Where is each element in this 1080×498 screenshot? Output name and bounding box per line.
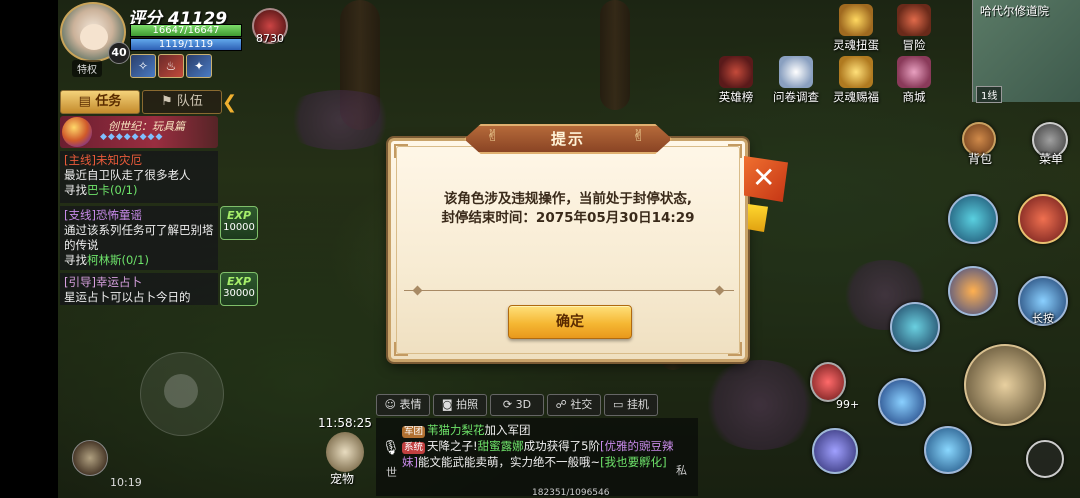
system-time: 10:19 (110, 476, 142, 489)
tab-team[interactable]: ⚑ 队伍 (142, 90, 222, 114)
skill-button-fire[interactable] (948, 266, 998, 316)
feature-shop[interactable]: 商城 (886, 56, 942, 105)
combat-power-value: 8730 (256, 32, 284, 45)
feature-adventure[interactable]: 冒险 (886, 4, 942, 53)
coordinates: 182351/1096546 (532, 488, 610, 498)
collapse-arrow-icon[interactable]: ❮ (222, 92, 237, 113)
screen-left-bar (0, 0, 58, 498)
feature-survey[interactable]: 问卷调查 (768, 56, 824, 105)
mp-bar: 1119/1119 (130, 38, 242, 51)
photo-button[interactable]: ◙ 拍照 (433, 394, 487, 416)
world-channel[interactable]: 世 (386, 464, 397, 480)
buff-icon-3[interactable]: ✦ (186, 54, 212, 78)
buff-icon-2[interactable]: ♨ (158, 54, 184, 78)
blessing-icon (839, 56, 873, 88)
emote-button[interactable]: ☺ 表情 (376, 394, 430, 416)
chat-line: 军团 苇猫力梨花加入军团 (402, 423, 531, 438)
bag-label: 背包 (967, 152, 992, 166)
quest-item-guide[interactable]: [引导]幸运占卜 星运占卜可以占卜今日的 (60, 273, 218, 305)
close-icon[interactable]: ✕ (752, 160, 775, 196)
chapter-orb-icon (62, 117, 92, 147)
dialog-divider (404, 290, 734, 291)
pet-egg-icon[interactable] (326, 432, 364, 472)
channel-line[interactable]: 1线 (976, 86, 1003, 103)
target-lock-icon[interactable] (1026, 440, 1064, 478)
survey-icon (779, 56, 813, 88)
exp-reward-badge: EXP 10000 (220, 206, 258, 240)
gacha-icon (839, 4, 873, 36)
shop-icon (897, 56, 931, 88)
dialog-corner (394, 144, 408, 158)
skill-button-wind[interactable] (890, 302, 940, 352)
mount-icon[interactable] (72, 440, 108, 476)
confirm-button[interactable]: 确定 (508, 305, 632, 339)
attack-button[interactable] (964, 344, 1046, 426)
quest-item-main[interactable]: [主线]未知灾厄 最近自卫队走了很多老人 寻找巴卡(0/1) (60, 151, 218, 203)
feature-soul-blessing[interactable]: 灵魂赐福 (828, 56, 884, 105)
tab-task[interactable]: ▤ 任务 (60, 90, 140, 114)
ban-message: 该角色涉及违规操作，当前处于封停状态, (443, 191, 693, 207)
skill-press-label: 长按 (1032, 312, 1054, 325)
privilege-button[interactable]: 特权 (72, 60, 102, 77)
exp-reward-badge: EXP 30000 (220, 272, 258, 306)
chapter-progress: ◆◆◆◆◆◆◆◆ (100, 132, 164, 142)
quest-item-side[interactable]: [支线]恐怖童谣 通过该系列任务可了解巴别塔的传说 寻找柯林斯(0/1) (60, 206, 218, 270)
hp-bar: 16647/16647 (130, 24, 242, 37)
auto-battle-button[interactable]: ▭ 挂机 (604, 394, 658, 416)
ultimate-skill-button[interactable] (1018, 194, 1068, 244)
private-channel[interactable]: 私 (676, 462, 687, 478)
potion-count: 99+ (836, 398, 860, 411)
combo-skill-button[interactable] (948, 194, 998, 244)
minimap-location: 哈代尔修道院 (980, 4, 1049, 18)
microphone-icon[interactable]: 🎙 (382, 440, 400, 456)
social-button[interactable]: ☍ 社交 (547, 394, 601, 416)
menu-label: 菜单 (1038, 152, 1063, 166)
skill-button-frost[interactable] (924, 426, 972, 474)
feature-soul-gacha[interactable]: 灵魂扭蛋 (828, 4, 884, 53)
buff-icon-1[interactable]: ✧ (130, 54, 156, 78)
chat-toolbar: ☺ 表情 ◙ 拍照 ⟳ 3D ☍ 社交 ▭ 挂机 (376, 394, 658, 416)
potion-icon[interactable] (810, 362, 846, 402)
game-clock: 11:58:25 (318, 416, 372, 430)
feature-hero-rank[interactable]: 英雄榜 (708, 56, 764, 105)
chat-line: 系统 天降之子!甜蜜露娜成功获得了5阶[优雅的豌豆辣妹]能文能武能卖萌，实力绝不一… (402, 439, 674, 469)
ban-end-time: 封停结束时间：2075年05月30日14:29 (441, 210, 695, 226)
dialog-title: 提示 (550, 130, 585, 148)
pet-label: 宠物 (330, 472, 355, 486)
player-level: 40 (108, 42, 130, 64)
dialog-message: 该角色涉及违规操作，当前处于封停状态, 封停结束时间：2075年05月30日14… (400, 190, 736, 228)
skill-button-arcane[interactable] (812, 428, 858, 474)
chat-messages: 军团 苇猫力梨花加入军团 系统 天降之子!甜蜜露娜成功获得了5阶[优雅的豌豆辣妹]能… (402, 422, 674, 470)
joystick-knob[interactable] (164, 374, 198, 408)
dialog-corner (394, 342, 408, 356)
skill-button-ice[interactable] (878, 378, 926, 426)
trophy-icon (719, 56, 753, 88)
view-3d-button[interactable]: ⟳ 3D (490, 394, 544, 416)
dialog-corner (728, 144, 742, 158)
dialog-corner (728, 342, 742, 356)
adventure-icon (897, 4, 931, 36)
